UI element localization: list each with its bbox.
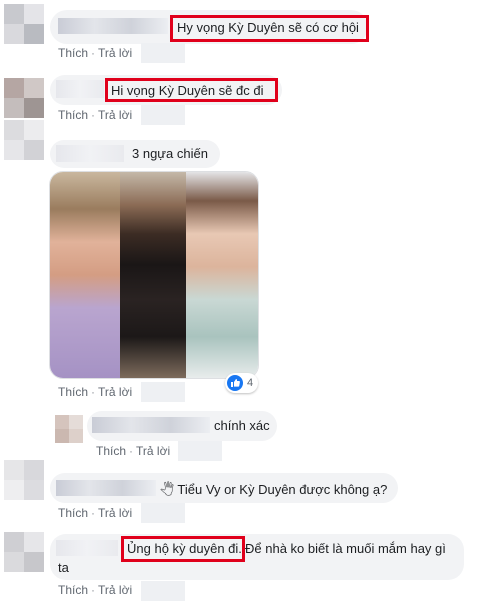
reply-link[interactable]: Trả lời — [98, 108, 132, 122]
attached-photo[interactable] — [49, 171, 259, 379]
reaction-count: 4 — [247, 377, 254, 389]
comment-text: Hi vọng Kỳ Duyên sẽ đc đi — [111, 83, 264, 98]
like-link[interactable]: Thích — [96, 444, 126, 458]
comment-text: Để nhà ko biết là muối mắm hay gì — [245, 541, 446, 556]
like-link[interactable]: Thích — [58, 46, 88, 60]
reply-link[interactable]: Trả lời — [98, 583, 132, 597]
comment-text: Hy vọng Kỳ Duyên sẽ có cơ hội — [177, 20, 359, 35]
commenter-name[interactable] — [56, 145, 124, 162]
avatar[interactable] — [55, 415, 83, 443]
timestamp — [141, 43, 185, 63]
like-link[interactable]: Thích — [58, 583, 88, 597]
commenter-name[interactable] — [56, 480, 156, 496]
like-link[interactable]: Thích — [58, 108, 88, 122]
reply-link[interactable]: Trả lời — [136, 444, 170, 458]
like-link[interactable]: Thích — [58, 385, 88, 399]
avatar[interactable] — [4, 4, 44, 44]
reply-link[interactable]: Trả lời — [98, 46, 132, 60]
timestamp — [141, 105, 185, 125]
comment-text-highlighted: Ủng hộ kỳ duyên đi. — [127, 541, 242, 556]
commenter-name[interactable] — [56, 540, 118, 556]
comment-actions: Thích · Trả lời — [58, 506, 133, 520]
photo-panel-right — [186, 172, 258, 378]
comment-actions: Thích · Trả lời — [58, 46, 133, 60]
avatar[interactable] — [4, 532, 44, 572]
avatar[interactable] — [4, 120, 44, 172]
like-icon — [227, 375, 243, 391]
photo-panel-middle — [120, 172, 186, 378]
comment-actions: Thích · Trả lời — [58, 108, 133, 122]
reaction-badge[interactable]: 4 — [225, 373, 259, 393]
timestamp — [141, 503, 185, 523]
reply-text: chính xác — [214, 418, 270, 433]
photo-panel-left — [50, 172, 120, 378]
timestamp — [178, 441, 222, 461]
reply-link[interactable]: Trả lời — [98, 506, 132, 520]
comment-text-line2: ta — [58, 560, 69, 575]
avatar[interactable] — [4, 460, 44, 500]
like-link[interactable]: Thích — [58, 506, 88, 520]
comment-actions: Thích · Trả lời — [58, 385, 133, 399]
avatar[interactable] — [4, 78, 44, 118]
timestamp — [141, 382, 185, 402]
commenter-name[interactable] — [56, 80, 104, 98]
comment-text: 3 ngựa chiến — [132, 146, 208, 161]
timestamp — [141, 581, 185, 601]
comment-actions: Thích · Trả lời — [58, 583, 133, 597]
commenter-name[interactable] — [58, 18, 168, 34]
comment-text: 🖑 Tiểu Vy or Kỳ Duyên được không ạ? — [160, 482, 388, 497]
reply-link[interactable]: Trả lời — [98, 385, 132, 399]
reply-actions: Thích · Trả lời — [96, 444, 171, 458]
commenter-name[interactable] — [92, 417, 210, 433]
